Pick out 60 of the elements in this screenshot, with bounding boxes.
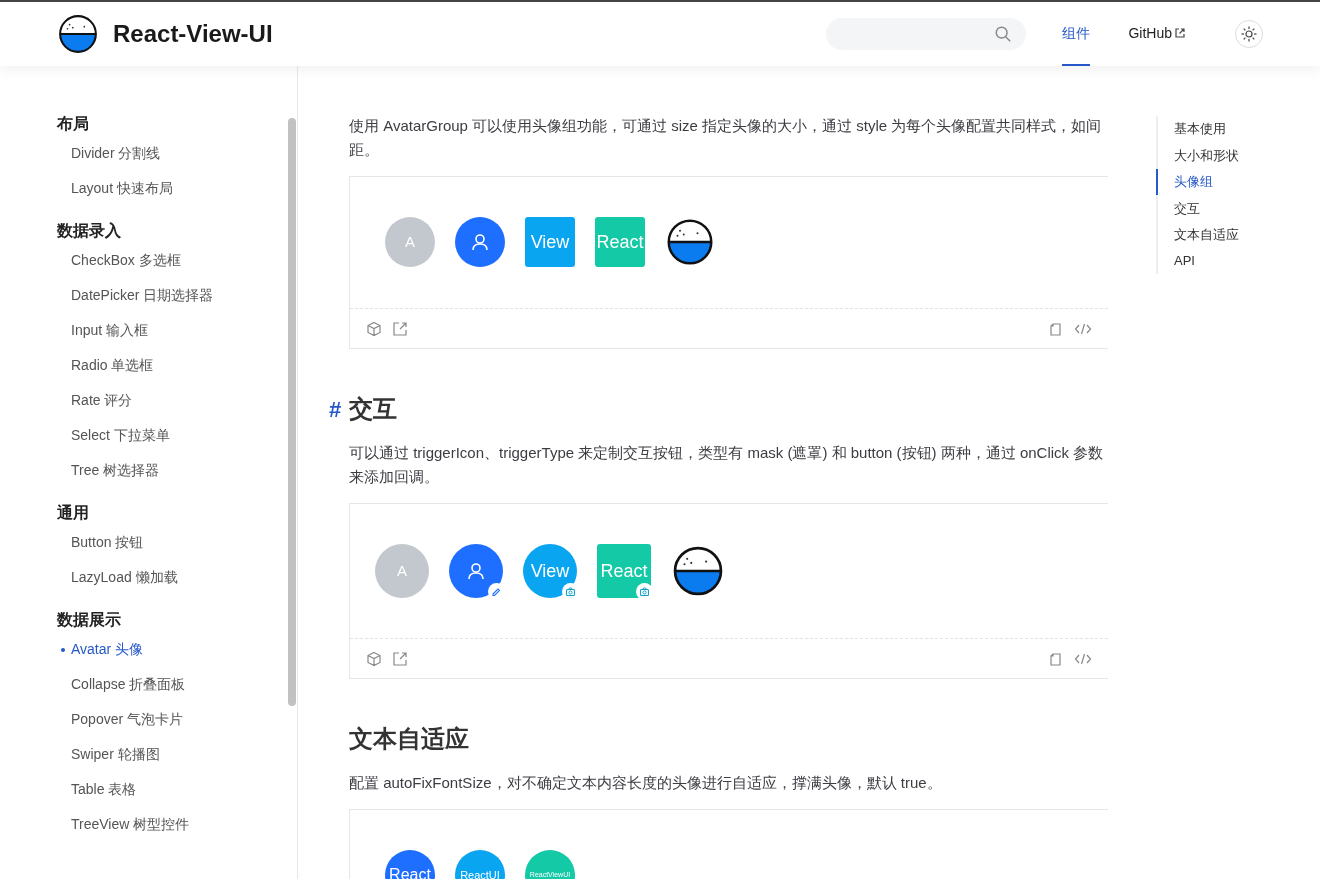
toc-link[interactable]: 基本使用 — [1156, 116, 1239, 143]
sidebar-item[interactable]: Layout 快速布局 — [57, 171, 297, 206]
cube-icon[interactable] — [366, 650, 382, 667]
toc-link[interactable]: 交互 — [1156, 195, 1239, 222]
camera-icon[interactable] — [564, 585, 577, 598]
sidebar-group-title: 数据展示 — [57, 610, 122, 630]
anchor-link[interactable]: # — [329, 392, 342, 426]
sun-icon — [1241, 26, 1257, 42]
logo-avatar — [665, 217, 715, 267]
camera-icon[interactable] — [638, 585, 651, 598]
copy-icon[interactable] — [1048, 320, 1064, 337]
sidebar-item[interactable]: Tree 树选择器 — [57, 453, 297, 488]
nav-link[interactable]: 组件 — [1062, 2, 1091, 66]
section-description: 可以通过 triggerIcon、triggerType 来定制交互按钮，类型有 mask (遮罩) 和 button (按钮) 两种，通过 onClick 参数来添加回调。 — [349, 443, 1105, 487]
person-icon — [470, 232, 490, 252]
sidebar-item[interactable]: Input 输入框 — [57, 313, 297, 348]
sidebar-item[interactable]: Divider 分割线 — [57, 136, 297, 171]
search-icon[interactable] — [994, 25, 1013, 43]
avatar-text: A — [397, 560, 407, 581]
nav-link[interactable]: GitHub — [1128, 2, 1185, 66]
section-description: 使用 AvatarGroup 可以使用头像组功能，可通过 size 指定头像的大小，通过 style 为每个头像配置共同样式，如间距。 — [349, 116, 1103, 160]
copy-icon[interactable] — [1048, 650, 1064, 667]
avatar-text: View — [530, 559, 570, 583]
sidebar-item[interactable]: Popover 气泡卡片 — [57, 702, 297, 737]
toc-link[interactable]: 头像组 — [1156, 168, 1239, 196]
avatar-text: React — [600, 559, 648, 583]
person-icon — [466, 561, 486, 581]
logo-avatar — [671, 544, 725, 598]
section-description: 配置 autoFixFontSize，对不确定文本内容长度的头像进行自适应，撑满头像，默认 true。 — [349, 773, 943, 793]
cube-icon[interactable] — [366, 320, 382, 337]
sidebar-item[interactable]: TreeView 树型控件 — [57, 807, 297, 842]
sidebar-group-title: 布局 — [57, 114, 90, 134]
toc-link[interactable]: API — [1156, 247, 1239, 275]
avatar-text: View — [530, 230, 570, 254]
sidebar-item[interactable]: Collapse 折叠面板 — [57, 667, 297, 702]
sidebar-item[interactable]: Button 按钮 — [57, 525, 297, 560]
sidebar-group-title: 通用 — [57, 503, 90, 523]
avatar-text: A — [405, 231, 415, 252]
sidebar-item[interactable]: DatePicker 日期选择器 — [57, 278, 297, 313]
sidebar-item[interactable]: Table 表格 — [57, 772, 297, 807]
sidebar-item[interactable]: CheckBox 多选框 — [57, 243, 297, 278]
site-title[interactable]: React-View-UI — [113, 16, 273, 52]
sidebar-item[interactable]: Avatar 头像 — [57, 632, 297, 667]
sidebar-item[interactable]: Radio 单选框 — [57, 348, 297, 383]
avatar-text: React — [596, 230, 644, 254]
sidebar-group-title: 数据录入 — [57, 221, 122, 241]
sidebar-item[interactable]: Rate 评分 — [57, 383, 297, 418]
sidebar-item[interactable]: LazyLoad 懒加载 — [57, 560, 297, 595]
scrollbar-thumb[interactable] — [288, 118, 296, 706]
avatar-text: ReactUI — [460, 867, 500, 879]
sidebar-item[interactable]: Swiper 轮播图 — [57, 737, 297, 772]
logo-icon — [57, 13, 99, 55]
external-link-icon[interactable] — [392, 320, 408, 337]
toc-link[interactable]: 大小和形状 — [1156, 142, 1239, 169]
section-heading: 交互 — [349, 394, 397, 424]
toc-link[interactable]: 文本自适应 — [1156, 221, 1239, 248]
sidebar-item[interactable]: Select 下拉菜单 — [57, 418, 297, 453]
search-field[interactable] — [826, 18, 1027, 50]
external-link-icon[interactable] — [392, 650, 408, 667]
section-heading: 文本自适应 — [349, 724, 469, 754]
